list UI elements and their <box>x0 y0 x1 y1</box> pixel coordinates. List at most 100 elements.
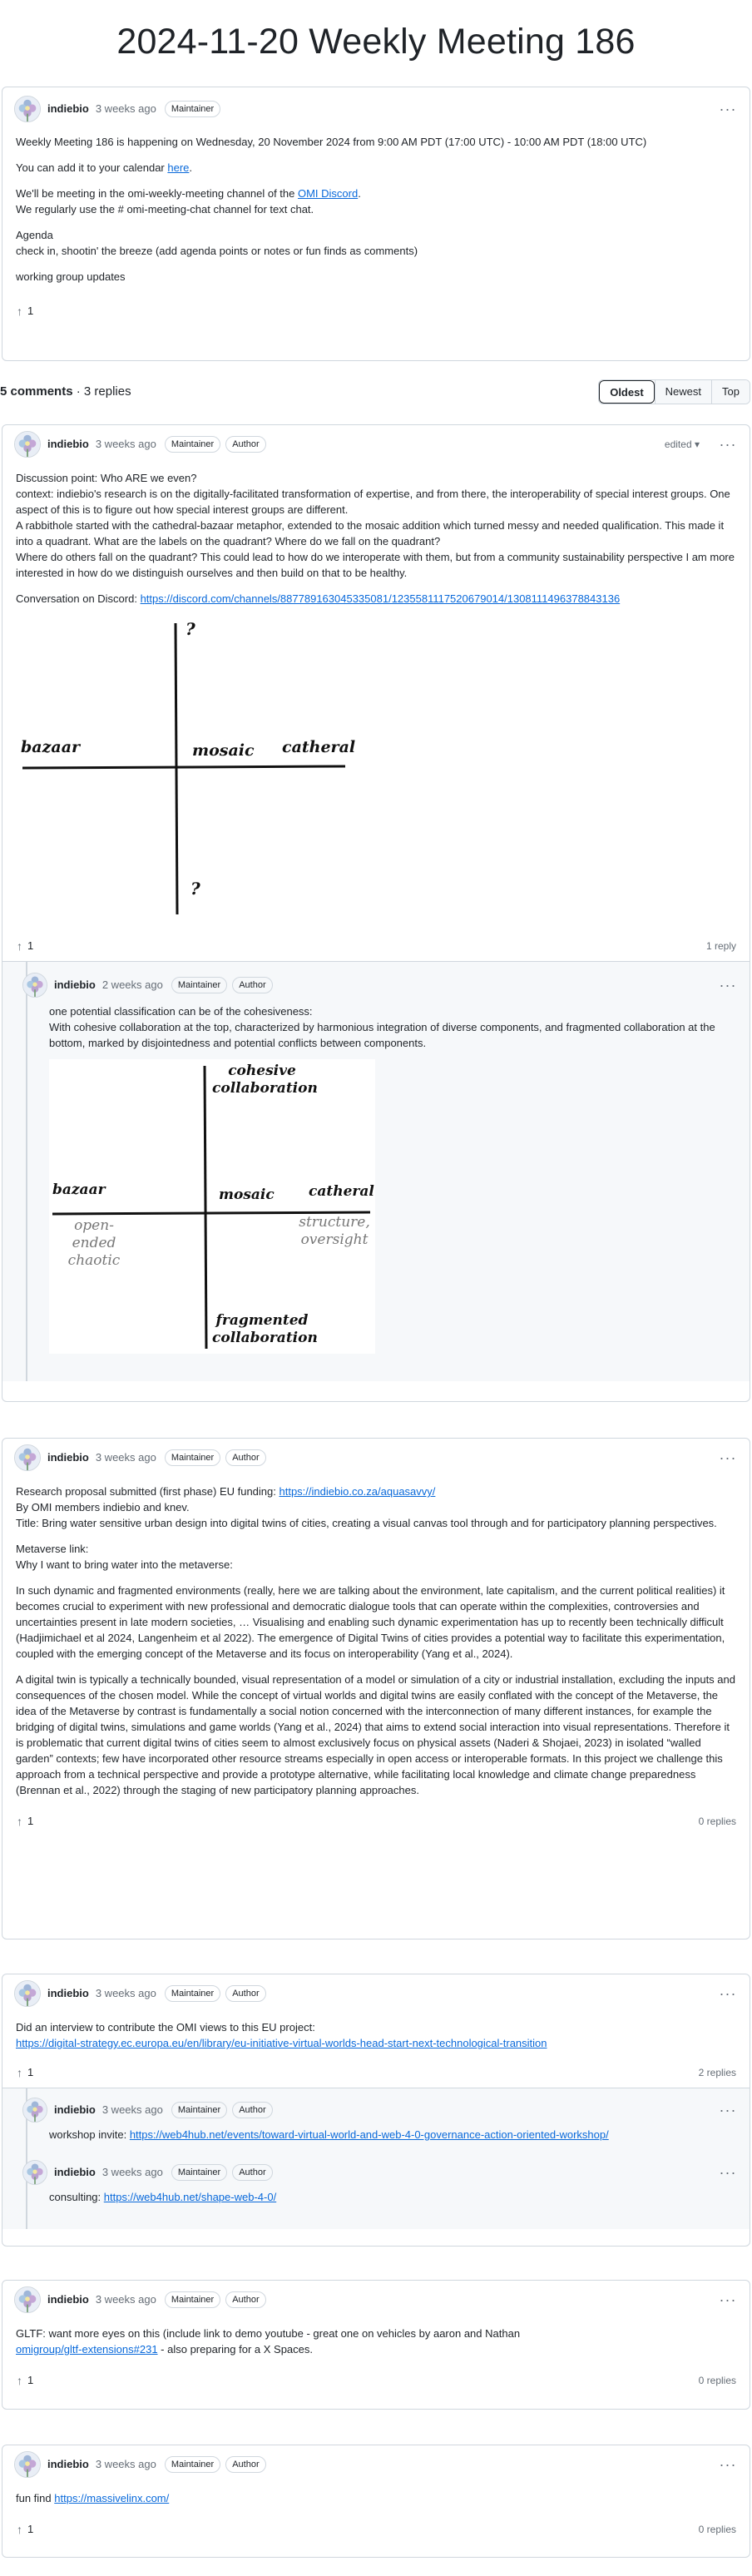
timestamp[interactable]: 3 weeks ago <box>96 1985 156 2002</box>
author-badge: Author <box>225 436 266 453</box>
author-name[interactable]: indiebio <box>54 977 96 993</box>
kebab-horizontal-icon[interactable]: ··· <box>718 98 738 121</box>
timestamp[interactable]: 3 weeks ago <box>96 1449 156 1466</box>
author-badge: Author <box>225 1985 266 2002</box>
reply: indiebio 3 weeks ago Maintainer Author ·… <box>2 2152 750 2205</box>
comment-header: indiebio 3 weeks ago Maintainer Author ·… <box>2 2281 750 2319</box>
timestamp[interactable]: 3 weeks ago <box>96 101 156 117</box>
kebab-horizontal-icon[interactable]: ··· <box>718 2454 738 2476</box>
avatar[interactable] <box>22 973 47 998</box>
arrow-up-icon: ↑ <box>17 2373 22 2387</box>
timestamp[interactable]: 3 weeks ago <box>96 2291 156 2308</box>
author-name[interactable]: indiebio <box>47 1449 89 1466</box>
upvote-button[interactable]: ↑ 1 <box>16 2520 34 2539</box>
upvote-count: 1 <box>27 2523 34 2536</box>
timestamp[interactable]: 3 weeks ago <box>96 436 156 453</box>
avatar-flower-icon <box>15 2451 40 2478</box>
maintainer-badge: Maintainer <box>171 2164 228 2181</box>
workshop-link[interactable]: https://web4hub.net/events/toward-virtua… <box>130 2128 609 2141</box>
reply-body: one potential classification can be of t… <box>11 1002 750 1354</box>
comment-header: indiebio 3 weeks ago Maintainer Author ·… <box>2 2445 750 2484</box>
sketch-label-bottom: fragmented collaboration <box>212 1312 318 1346</box>
edited-dropdown[interactable]: edited ▾ <box>665 437 700 452</box>
comment-footer: ↑ 1 0 replies <box>2 1805 750 1838</box>
calendar-text: You can add it to your calendar here. <box>16 161 193 174</box>
upvote-button[interactable]: ↑ 1 <box>16 2063 34 2083</box>
chat-text: We regularly use the # omi-meeting-chat … <box>16 203 314 215</box>
reply-header: indiebio 3 weeks ago Maintainer Author ·… <box>11 2156 750 2189</box>
timestamp[interactable]: 2 weeks ago <box>102 977 163 993</box>
avatar[interactable] <box>14 1980 41 2007</box>
reply: indiebio 3 weeks ago Maintainer Author ·… <box>2 2088 750 2143</box>
author-badge: Author <box>232 2164 273 2181</box>
comment-body: Research proposal submitted (first phase… <box>2 1477 750 1798</box>
sketch-label-center: mosaic <box>219 1186 275 1203</box>
avatar[interactable] <box>14 1444 41 1471</box>
kebab-horizontal-icon[interactable]: ··· <box>718 2162 738 2184</box>
discord-text: We'll be meeting in the omi-weekly-meeti… <box>16 187 361 200</box>
reply-body: consulting: https://web4hub.net/shape-we… <box>11 2189 750 2205</box>
discord-conversation-link[interactable]: https://discord.com/channels/88778916304… <box>141 592 621 605</box>
sort-newest-button[interactable]: Newest <box>654 380 712 404</box>
avatar-flower-icon <box>15 96 40 122</box>
avatar[interactable] <box>14 2286 41 2313</box>
upvote-button[interactable]: ↑ 1 <box>16 937 34 956</box>
omi-discord-link[interactable]: OMI Discord <box>298 187 358 200</box>
author-name[interactable]: indiebio <box>47 101 89 117</box>
consulting-link[interactable]: https://web4hub.net/shape-web-4-0/ <box>104 2191 276 2203</box>
maintainer-badge: Maintainer <box>164 436 221 453</box>
arrow-up-icon: ↑ <box>17 2522 22 2536</box>
avatar[interactable] <box>22 2160 47 2185</box>
comment-footer: ↑ 1 1 reply <box>2 931 750 961</box>
author-name[interactable]: indiebio <box>47 1985 89 2002</box>
upvote-button[interactable]: ↑ 1 <box>16 1812 34 1831</box>
gltf-extensions-link[interactable]: omigroup/gltf-extensions#231 <box>16 2343 158 2356</box>
kebab-horizontal-icon[interactable]: ··· <box>718 1983 738 2005</box>
sketch-label-left-sub: open-ended chaotic <box>67 1217 121 1269</box>
eu-initiative-link[interactable]: https://digital-strategy.ec.europa.eu/en… <box>16 2037 547 2049</box>
author-name[interactable]: indiebio <box>47 2291 89 2308</box>
comment-text: GLTF: want more eyes on this (include li… <box>16 2327 521 2356</box>
timestamp[interactable]: 3 weeks ago <box>102 2102 163 2118</box>
sort-top-button[interactable]: Top <box>711 380 750 404</box>
reply-count: 1 reply <box>705 940 736 952</box>
timestamp[interactable]: 3 weeks ago <box>102 2164 163 2181</box>
comment-body: Discussion point: Who ARE we even? conte… <box>2 463 750 924</box>
aquasavvy-link[interactable]: https://indiebio.co.za/aquasavvy/ <box>280 1485 436 1498</box>
kebab-horizontal-icon[interactable]: ··· <box>718 433 738 456</box>
sort-group: Oldest Newest Top <box>598 379 750 404</box>
post-body: Weekly Meeting 186 is happening on Wedne… <box>2 127 750 285</box>
arrow-up-icon: ↑ <box>17 304 22 318</box>
maintainer-badge: Maintainer <box>164 1449 221 1466</box>
upvote-button[interactable]: ↑ 1 <box>16 2371 34 2390</box>
massivelinx-link[interactable]: https://massivelinx.com/ <box>54 2492 169 2504</box>
kebab-horizontal-icon[interactable]: ··· <box>718 2289 738 2311</box>
kebab-horizontal-icon[interactable]: ··· <box>718 1447 738 1469</box>
meeting-time-text: Weekly Meeting 186 is happening on Wedne… <box>16 136 647 148</box>
avatar[interactable] <box>14 96 41 122</box>
kebab-horizontal-icon[interactable]: ··· <box>718 2099 738 2122</box>
cohesion-quadrant-image[interactable]: cohesive collaboration bazaar mosaic cat… <box>49 1059 375 1354</box>
sort-oldest-button[interactable]: Oldest <box>599 380 655 404</box>
reply-header: indiebio 3 weeks ago Maintainer Author ·… <box>11 2093 750 2127</box>
comment-text: fun find https://massivelinx.com/ <box>16 2492 170 2504</box>
author-name[interactable]: indiebio <box>54 2102 96 2118</box>
comment-text: Metaverse link: Why I want to bring water… <box>16 1543 233 1571</box>
avatar[interactable] <box>22 2098 47 2123</box>
avatar[interactable] <box>14 2451 41 2478</box>
post-header: indiebio 3 weeks ago Maintainer ··· <box>2 91 750 127</box>
upvote-count: 1 <box>27 939 34 953</box>
upvote-button[interactable]: ↑ 1 <box>16 302 34 321</box>
author-name[interactable]: indiebio <box>47 2456 89 2473</box>
reply-text: consulting: https://web4hub.net/shape-we… <box>49 2191 277 2203</box>
calendar-link[interactable]: here <box>167 161 189 174</box>
avatar[interactable] <box>14 431 41 458</box>
maintainer-badge: Maintainer <box>164 1985 221 2002</box>
kebab-horizontal-icon[interactable]: ··· <box>718 974 738 997</box>
author-name[interactable]: indiebio <box>47 436 89 453</box>
quadrant-sketch-image[interactable]: ? bazaar mosaic catheral ? <box>16 617 365 924</box>
comment-body: Did an interview to contribute the OMI v… <box>2 2013 750 2051</box>
timestamp[interactable]: 3 weeks ago <box>96 2456 156 2473</box>
comment-text: Research proposal submitted (first phase… <box>16 1485 717 1529</box>
author-name[interactable]: indiebio <box>54 2164 96 2181</box>
